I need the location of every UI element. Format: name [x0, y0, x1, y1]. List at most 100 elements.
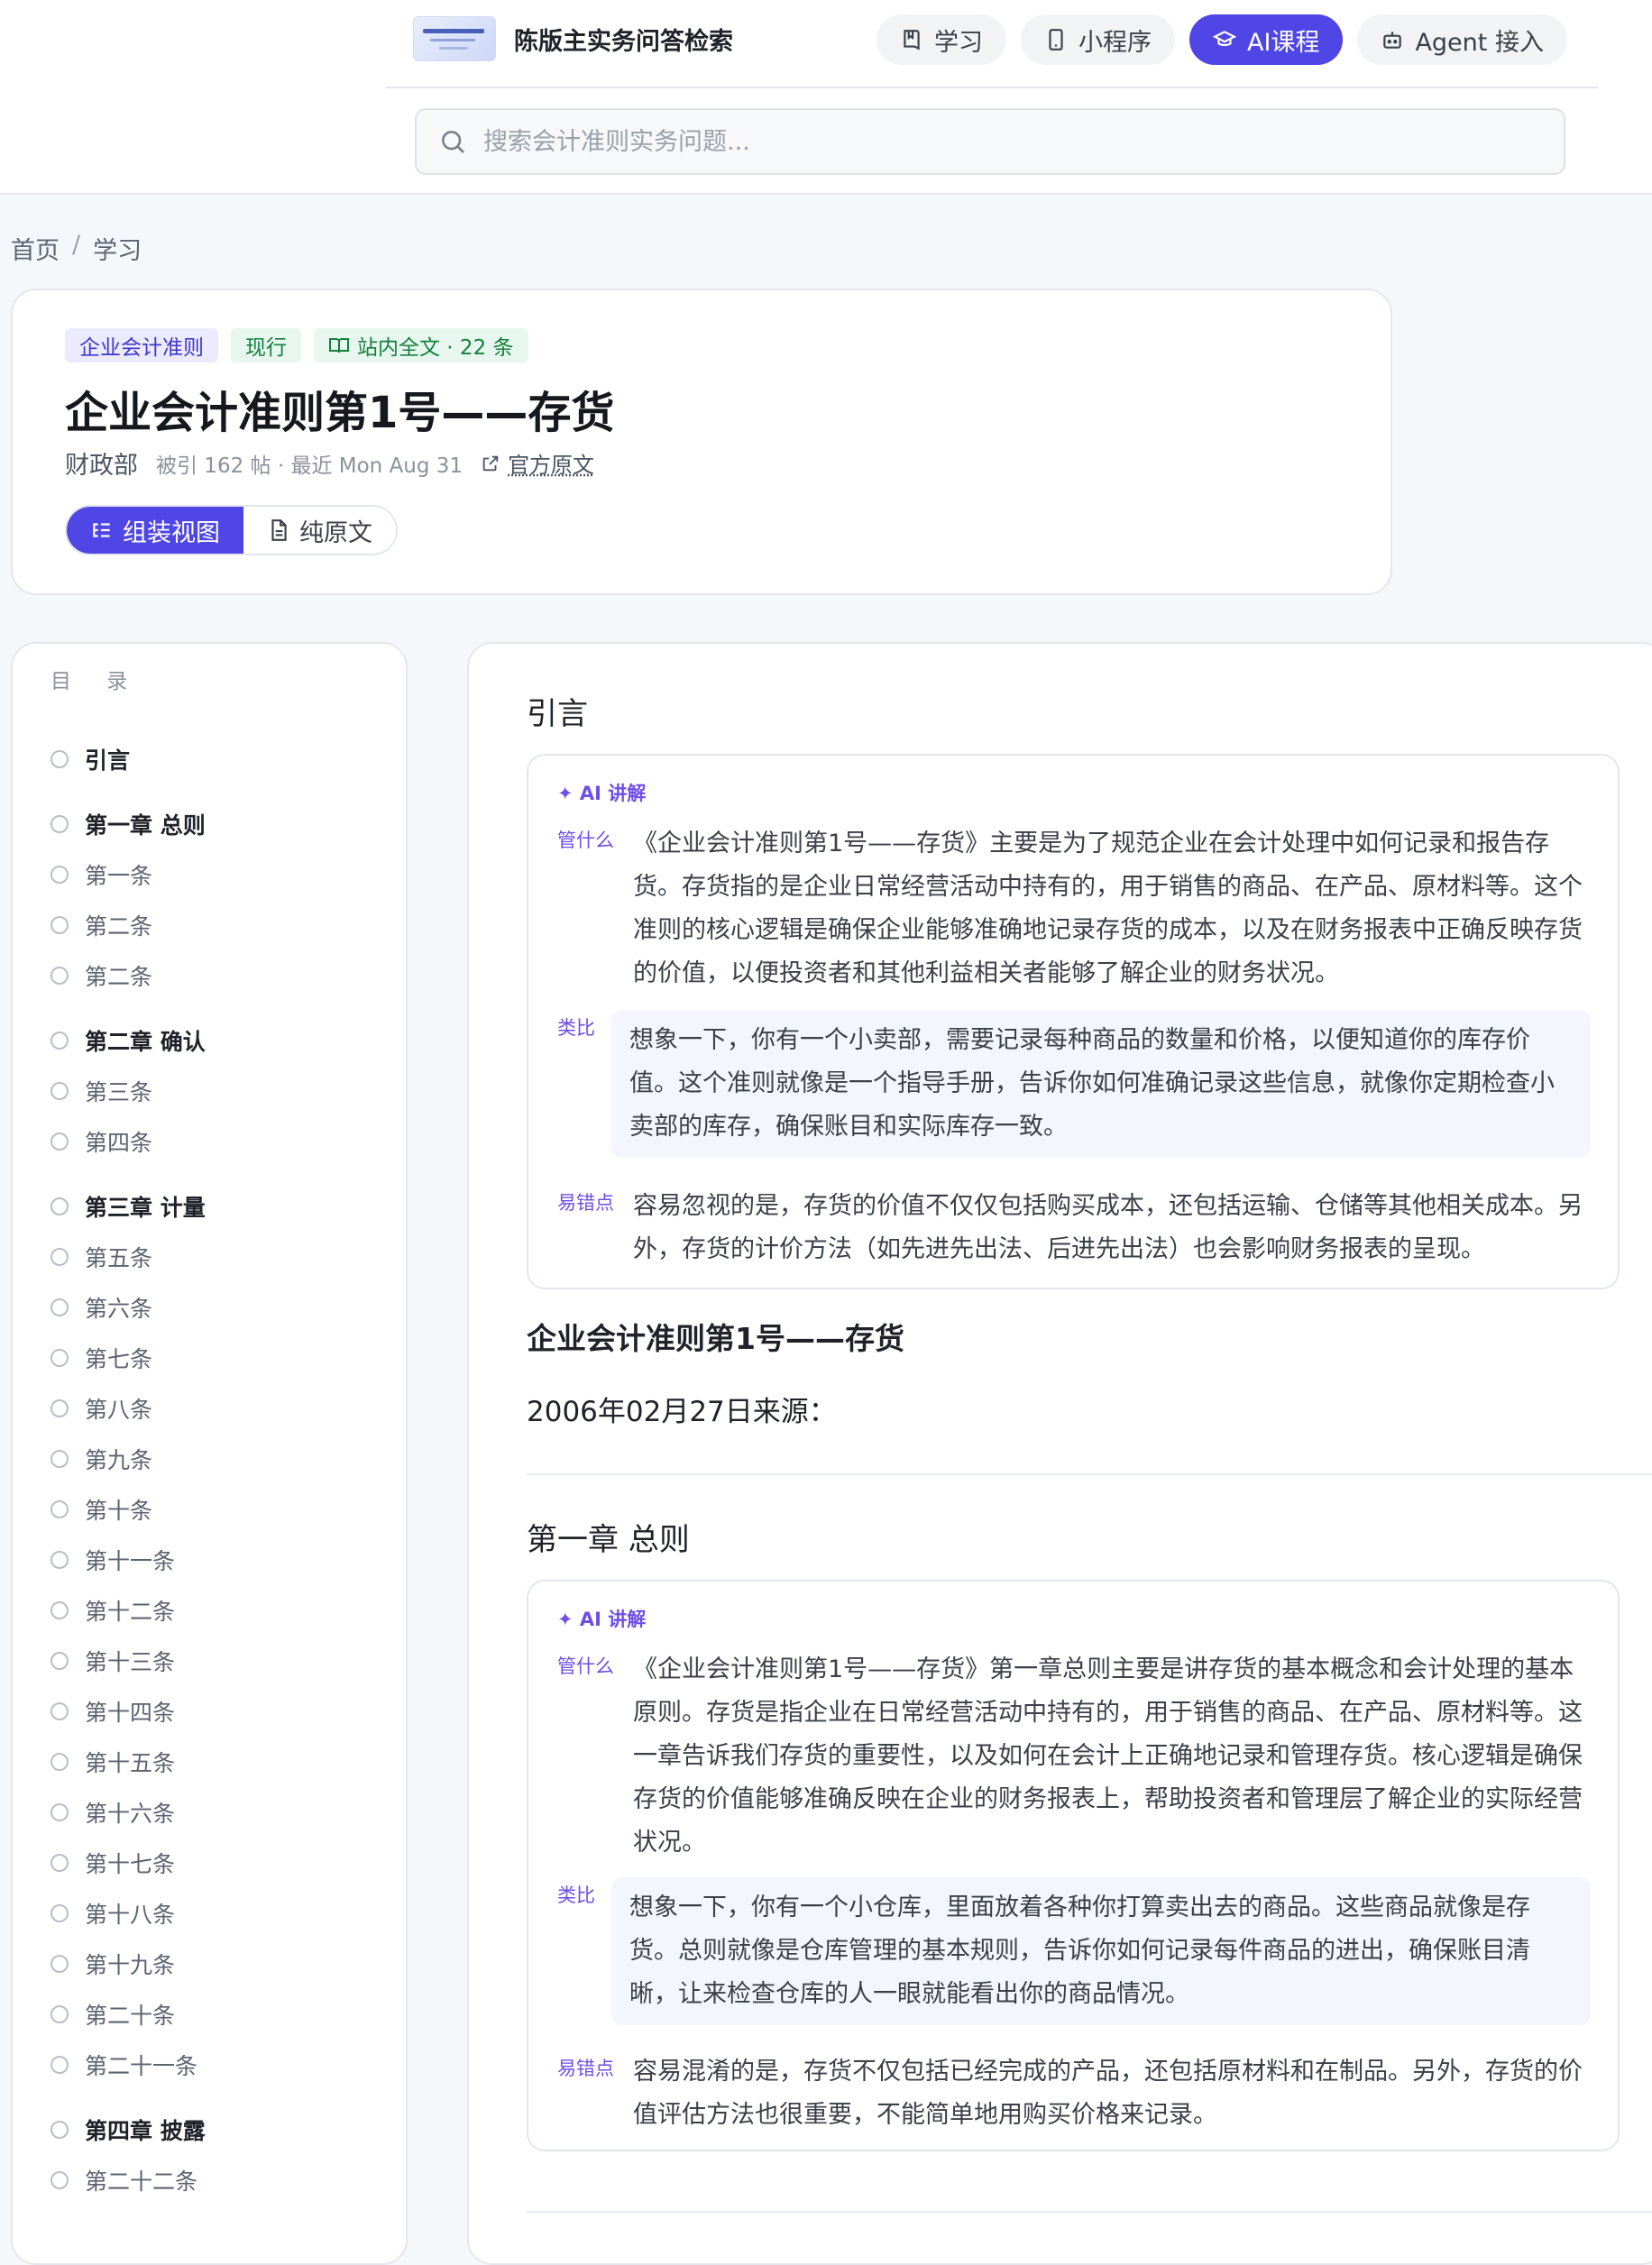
toc-article-item[interactable]: 第十二条 [50, 1594, 175, 1627]
radio-circle-icon [50, 1803, 69, 1821]
radio-circle-icon [50, 1551, 69, 1569]
ai-row-analogy: 类比 想象一下，你有一个小仓库，里面放着各种你打算卖出去的商品。这些商品就像是存… [557, 1877, 1591, 2025]
toc-article-item[interactable]: 第二条 [50, 959, 152, 992]
toc-item-label: 第十六条 [85, 1796, 175, 1829]
tag-group: 企业会计准则 现行 站内全文 · 22 条 [65, 328, 528, 362]
toc-chapter-item[interactable]: 第四章 披露 [50, 2114, 206, 2146]
standard-meta: 财政部 被引 162 帖 · 最近 Mon Aug 31 官方原文 [65, 445, 594, 481]
toc-article-item[interactable]: 第十条 [50, 1493, 152, 1526]
site-logo [413, 16, 496, 61]
toc-article-item[interactable]: 第十四条 [50, 1695, 175, 1728]
what-text: 《企业会计准则第1号——存货》第一章总则主要是讲存货的基本概念和会计处理的基本原… [633, 1648, 1591, 1865]
radio-circle-icon [50, 2005, 69, 2023]
toc-article-item[interactable]: 第七条 [50, 1342, 152, 1374]
assembled-view-button[interactable]: 组装视图 [67, 507, 243, 554]
radio-circle-icon [50, 1082, 69, 1100]
toc-item-label: 第二十条 [85, 1998, 175, 2031]
document-date: 2006年02月27日来源： [527, 1389, 837, 1429]
raw-text-button[interactable]: 纯原文 [243, 507, 396, 554]
toc-article-item[interactable]: 第八条 [50, 1392, 152, 1425]
radio-circle-icon [50, 1197, 69, 1215]
toc-article-item[interactable]: 第五条 [50, 1241, 152, 1273]
section-divider [527, 2211, 1652, 2213]
toc-item-label: 第一章 总则 [85, 808, 206, 840]
toc-article-item[interactable]: 第十六条 [50, 1796, 175, 1829]
brand[interactable]: 陈版主实务问答检索 [413, 16, 733, 61]
top-nav: 学习 小程序 AI课程 Agent 接入 [876, 14, 1567, 65]
radio-circle-icon [50, 967, 69, 985]
phone-icon [1044, 28, 1068, 51]
radio-circle-icon [50, 1399, 69, 1417]
category-tag: 企业会计准则 [65, 328, 218, 362]
nav-agent-button[interactable]: Agent 接入 [1357, 14, 1567, 65]
toc-article-item[interactable]: 第三条 [50, 1075, 152, 1107]
radio-circle-icon [50, 2121, 69, 2139]
toc-item-label: 第二十一条 [85, 2049, 197, 2081]
nav-agent-label: Agent 接入 [1415, 23, 1544, 58]
nav-miniprogram-button[interactable]: 小程序 [1021, 14, 1175, 65]
radio-circle-icon [50, 750, 69, 768]
radio-circle-icon [50, 2171, 69, 2189]
fulltext-tag-label: 站内全文 · 22 条 [357, 330, 514, 361]
nav-study-button[interactable]: 学习 [876, 14, 1006, 65]
toc-article-item[interactable]: 第二十条 [50, 1998, 175, 2031]
toc-item-label: 第三章 计量 [85, 1190, 206, 1223]
table-of-contents: 目 录 引言 第一章 总则 第一条 第二条 第二条 第二章 确认 第三条 第四条 第三章 计量第… [11, 642, 408, 2265]
toc-article-item[interactable]: 第十五条 [50, 1746, 175, 1778]
toc-item-label: 引言 [85, 743, 130, 775]
view-toggle: 组装视图 纯原文 [65, 505, 398, 555]
citation-stats: 被引 162 帖 · 最近 Mon Aug 31 [156, 448, 463, 479]
toc-chapter-item[interactable]: 第三章 计量 [50, 1190, 206, 1223]
toc-article-item[interactable]: 第十三条 [50, 1645, 175, 1677]
radio-circle-icon [50, 1904, 69, 1922]
radio-circle-icon [50, 815, 69, 833]
open-book-icon [328, 335, 350, 356]
toc-item-label: 第十二条 [85, 1594, 175, 1627]
toc-article-item[interactable]: 第六条 [50, 1291, 152, 1324]
toc-chapter-item[interactable]: 第一章 总则 [50, 808, 206, 840]
official-source-link[interactable]: 官方原文 [481, 447, 594, 479]
toc-article-item[interactable]: 第二条 [50, 909, 152, 941]
toc-article-item[interactable]: 第四条 [50, 1125, 152, 1158]
radio-circle-icon [50, 916, 69, 934]
nav-ai-course-button[interactable]: AI课程 [1189, 14, 1343, 65]
search-input[interactable] [482, 127, 1522, 157]
analogy-label: 类比 [557, 1881, 595, 1908]
ai-explain-label: ✦ AI 讲解 [557, 1605, 646, 1632]
toc-article-item[interactable]: 第十九条 [50, 1948, 175, 1980]
document-title: 企业会计准则第1号——存货 [527, 1315, 904, 1358]
toc-article-item[interactable]: 第十八条 [50, 1897, 175, 1930]
toc-article-item[interactable]: 第二十二条 [50, 2164, 197, 2196]
radio-circle-icon [50, 1298, 69, 1316]
toc-article-item[interactable]: 第一条 [50, 858, 152, 891]
toc-chapter-item[interactable]: 第二章 确认 [50, 1024, 206, 1057]
nav-miniprogram-label: 小程序 [1078, 23, 1152, 58]
radio-circle-icon [50, 1132, 69, 1151]
toc-article-item[interactable]: 第二十一条 [50, 2049, 197, 2081]
toc-item-label: 第二十二条 [85, 2164, 197, 2196]
toc-item-label: 第十条 [85, 1493, 152, 1526]
toc-article-item[interactable]: 第十一条 [50, 1544, 175, 1576]
breadcrumb-home[interactable]: 首页 [11, 231, 60, 266]
pitfall-text: 容易忽视的是，存货的价值不仅仅包括购买成本，还包括运输、仓储等其他相关成本。另外… [633, 1185, 1591, 1271]
search-bar[interactable] [415, 108, 1565, 175]
toc-item-label: 第八条 [85, 1392, 152, 1425]
toc-article-item[interactable]: 第十七条 [50, 1847, 175, 1879]
radio-circle-icon [50, 1032, 69, 1050]
toc-item-label: 第十三条 [85, 1645, 175, 1677]
book-icon [900, 28, 923, 51]
ai-row-what: 管什么 《企业会计准则第1号——存货》第一章总则主要是讲存货的基本概念和会计处理… [557, 1648, 1591, 1865]
toc-item-label: 第十四条 [85, 1695, 175, 1728]
pitfall-label: 易错点 [557, 1188, 614, 1215]
ai-row-pitfall: 易错点 容易混淆的是，存货不仅包括已经完成的产品，还包括原材料和在制品。另外，存… [557, 2050, 1591, 2137]
toc-item-label: 第二章 确认 [85, 1024, 206, 1057]
page-title: 企业会计准则第1号——存货 [65, 377, 614, 440]
ai-row-what: 管什么 《企业会计准则第1号——存货》主要是为了规范企业在会计处理中如何记录和报… [557, 822, 1591, 995]
radio-circle-icon [50, 1854, 69, 1872]
analogy-text: 想象一下，你有一个小卖部，需要记录每种商品的数量和价格，以便知道你的库存价值。这… [611, 1010, 1591, 1158]
what-label: 管什么 [557, 1652, 614, 1679]
toc-chapter-item[interactable]: 引言 [50, 743, 130, 775]
toc-article-item[interactable]: 第九条 [50, 1443, 152, 1475]
toc-item-label: 第六条 [85, 1291, 152, 1324]
toc-item-label: 第十五条 [85, 1746, 175, 1778]
